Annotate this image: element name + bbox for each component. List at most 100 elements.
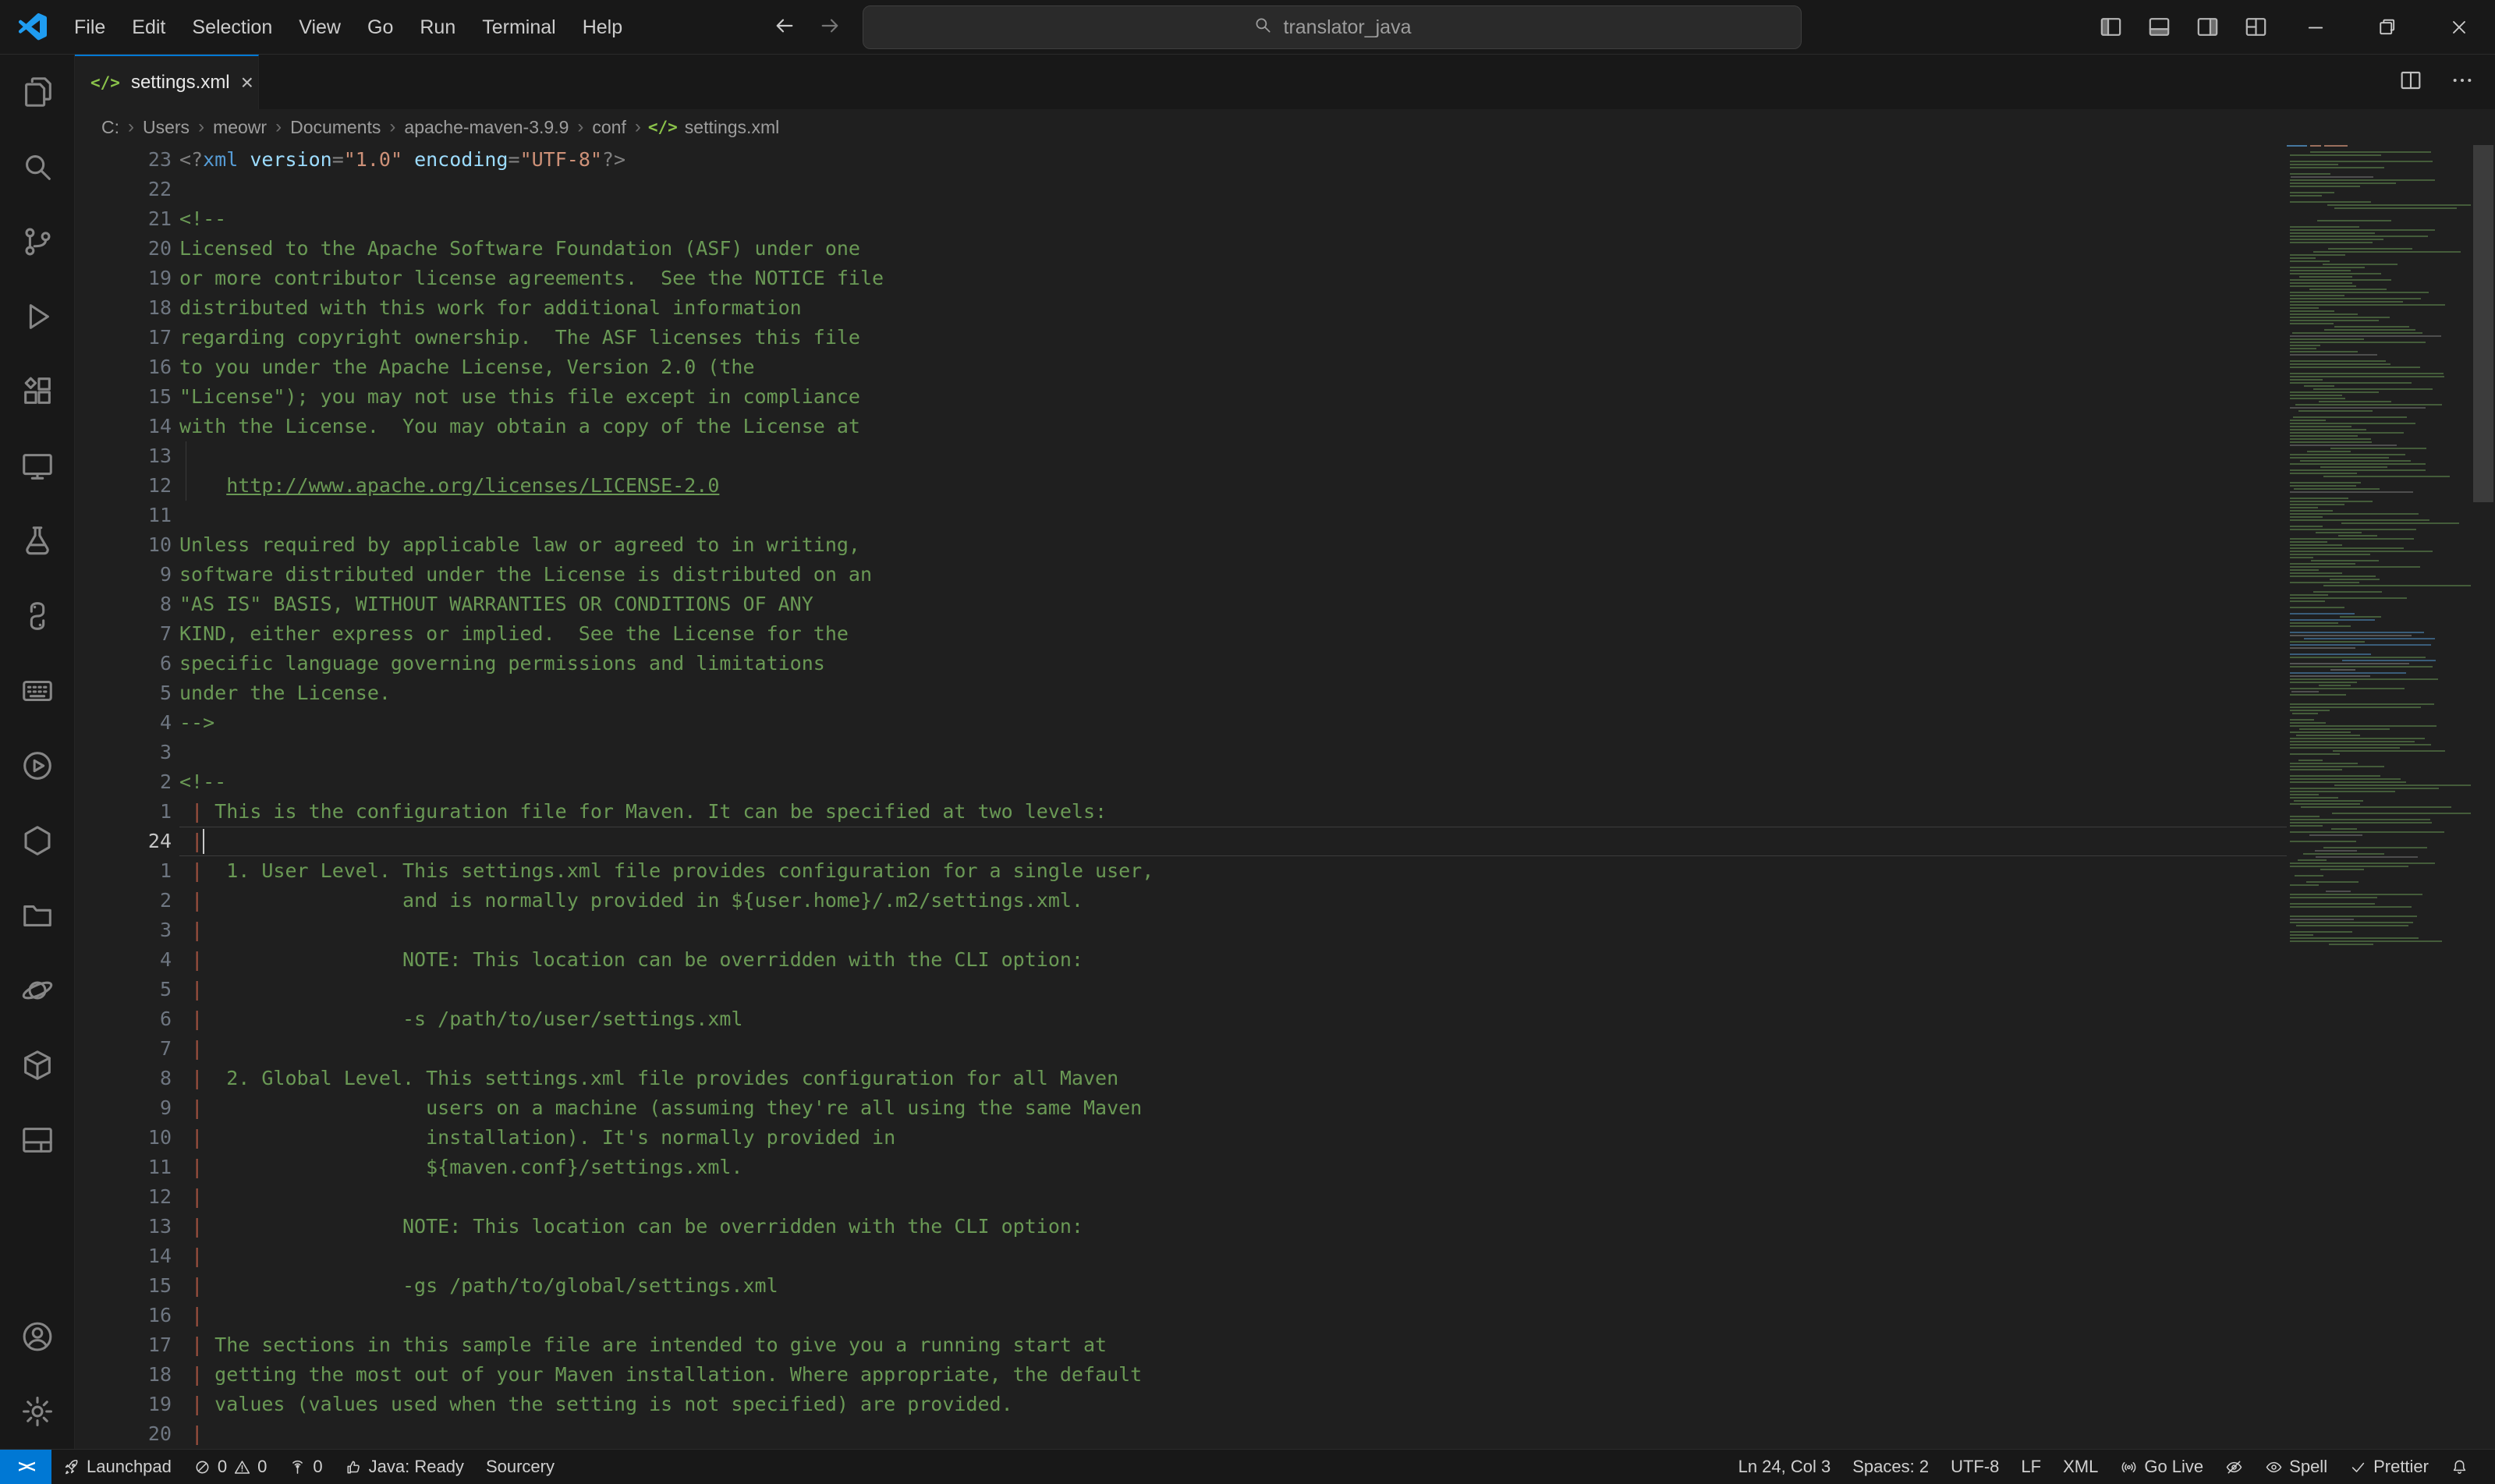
line-text[interactable]: | installation). It's normally provided … (179, 1123, 2287, 1153)
menu-view[interactable]: View (285, 0, 354, 55)
line-number[interactable]: 6 (75, 649, 172, 678)
editor-line[interactable]: 6 | -s /path/to/user/settings.xml (75, 1004, 2287, 1034)
activity-run-and-debug-icon[interactable] (0, 279, 75, 354)
editor-line[interactable]: 17 | The sections in this sample file ar… (75, 1330, 2287, 1360)
line-number[interactable]: 15 (75, 1271, 172, 1301)
line-text[interactable]: | and is normally provided in ${user.hom… (179, 886, 2287, 916)
editor-line[interactable]: 15 | -gs /path/to/global/settings.xml (75, 1271, 2287, 1301)
line-text[interactable]: specific language governing permissions … (179, 649, 2287, 678)
status-prettier[interactable]: Prettier (2338, 1450, 2440, 1484)
status-problems[interactable]: 00 (183, 1450, 278, 1484)
line-text[interactable]: Licensed to the Apache Software Foundati… (179, 234, 2287, 264)
editor-line[interactable]: 7 | (75, 1034, 2287, 1064)
line-text[interactable]: <?xml version="1.0" encoding="UTF-8"?> (179, 145, 2287, 175)
editor-line[interactable]: 18distributed with this work for additio… (75, 293, 2287, 323)
line-number[interactable]: 6 (75, 1004, 172, 1034)
line-text[interactable] (179, 175, 2287, 204)
menu-file[interactable]: File (61, 0, 119, 55)
activity-explorer-icon[interactable] (0, 55, 75, 129)
editor-line[interactable]: 5under the License. (75, 678, 2287, 708)
line-number[interactable]: 15 (75, 382, 172, 412)
line-text[interactable]: | -gs /path/to/global/settings.xml (179, 1271, 2287, 1301)
breadcrumb-item[interactable]: Users (141, 117, 191, 138)
editor-line[interactable]: 10 | installation). It's normally provid… (75, 1123, 2287, 1153)
editor-line[interactable]: 11 (75, 501, 2287, 530)
line-number[interactable]: 12 (75, 1182, 172, 1212)
editor-line[interactable]: 8 | 2. Global Level. This settings.xml f… (75, 1064, 2287, 1093)
status-encoding[interactable]: UTF-8 (1940, 1450, 2010, 1484)
line-text[interactable]: | users on a machine (assuming they're a… (179, 1093, 2287, 1123)
line-number[interactable]: 8 (75, 590, 172, 619)
line-text[interactable]: software distributed under the License i… (179, 560, 2287, 590)
editor-line[interactable]: 2<!-- (75, 767, 2287, 797)
editor-line[interactable]: 16 | (75, 1301, 2287, 1330)
menu-go[interactable]: Go (354, 0, 406, 55)
line-text[interactable]: | (179, 1182, 2287, 1212)
line-number[interactable]: 1 (75, 856, 172, 886)
editor-line[interactable]: 14 | (75, 1241, 2287, 1271)
line-number[interactable]: 17 (75, 1330, 172, 1360)
scrollbar-thumb[interactable] (2473, 145, 2493, 502)
line-number[interactable]: 5 (75, 678, 172, 708)
editor-line[interactable]: 12 | (75, 1182, 2287, 1212)
editor-line[interactable]: 5 | (75, 975, 2287, 1004)
toggle-secondary-sidebar-icon[interactable] (2183, 0, 2231, 55)
navigate-forward-icon[interactable] (817, 13, 842, 42)
editor-line[interactable]: 13 | NOTE: This location can be overridd… (75, 1212, 2287, 1241)
line-text[interactable]: distributed with this work for additiona… (179, 293, 2287, 323)
line-text[interactable]: | 1. User Level. This settings.xml file … (179, 856, 2287, 886)
line-number[interactable]: 11 (75, 1153, 172, 1182)
editor-line[interactable]: 1 | 1. User Level. This settings.xml fil… (75, 856, 2287, 886)
editor-line[interactable]: 20Licensed to the Apache Software Founda… (75, 234, 2287, 264)
line-number[interactable]: 21 (75, 204, 172, 234)
command-center-search[interactable]: translator_java (863, 5, 1802, 49)
line-text[interactable]: | NOTE: This location can be overridden … (179, 945, 2287, 975)
editor-line[interactable]: 11 | ${maven.conf}/settings.xml. (75, 1153, 2287, 1182)
editor-line[interactable]: 10Unless required by applicable law or a… (75, 530, 2287, 560)
editor-line[interactable]: 6specific language governing permissions… (75, 649, 2287, 678)
line-text[interactable]: to you under the Apache License, Version… (179, 352, 2287, 382)
line-text[interactable]: or more contributor license agreements. … (179, 264, 2287, 293)
toggle-panel-icon[interactable] (2135, 0, 2183, 55)
activity-panel-layout-icon[interactable] (0, 1103, 75, 1178)
activity-settings-gear-icon[interactable] (0, 1374, 75, 1449)
menu-help[interactable]: Help (569, 0, 636, 55)
editor-line[interactable]: 4 | NOTE: This location can be overridde… (75, 945, 2287, 975)
line-text[interactable]: | The sections in this sample file are i… (179, 1330, 2287, 1360)
line-text[interactable] (179, 501, 2287, 530)
line-number[interactable]: 10 (75, 530, 172, 560)
line-number[interactable]: 17 (75, 323, 172, 352)
line-number[interactable]: 13 (75, 1212, 172, 1241)
line-number[interactable]: 2 (75, 767, 172, 797)
activity-source-control-icon[interactable] (0, 204, 75, 279)
editor-line[interactable]: 9 | users on a machine (assuming they're… (75, 1093, 2287, 1123)
status-eol[interactable]: LF (2010, 1450, 2052, 1484)
menu-run[interactable]: Run (406, 0, 469, 55)
line-text[interactable]: | 2. Global Level. This settings.xml fil… (179, 1064, 2287, 1093)
editor-line[interactable]: 16to you under the Apache License, Versi… (75, 352, 2287, 382)
line-text[interactable]: with the License. You may obtain a copy … (179, 412, 2287, 441)
editor-line[interactable]: 9software distributed under the License … (75, 560, 2287, 590)
line-number[interactable]: 20 (75, 1419, 172, 1449)
split-editor-icon[interactable] (2398, 68, 2423, 97)
line-text[interactable]: <!-- (179, 204, 2287, 234)
activity-remote-explorer-icon[interactable] (0, 429, 75, 504)
line-text[interactable]: --> (179, 708, 2287, 738)
line-number[interactable]: 23 (75, 145, 172, 175)
line-text[interactable]: | getting the most out of your Maven ins… (179, 1360, 2287, 1390)
activity-orbit-icon[interactable] (0, 953, 75, 1028)
navigate-back-icon[interactable] (772, 13, 797, 42)
line-text[interactable]: | NOTE: This location can be overridden … (179, 1212, 2287, 1241)
line-number[interactable]: 3 (75, 738, 172, 767)
tab-close-icon[interactable]: × (241, 72, 253, 94)
line-text[interactable]: | (179, 1301, 2287, 1330)
menu-selection[interactable]: Selection (179, 0, 285, 55)
line-number[interactable]: 24 (75, 827, 172, 856)
breadcrumb-item[interactable]: conf (590, 117, 627, 138)
status-go-live[interactable]: Go Live (2109, 1450, 2214, 1484)
activity-package-icon[interactable] (0, 1028, 75, 1103)
breadcrumb-file[interactable]: </>settings.xml (648, 117, 779, 138)
editor-line[interactable]: 14with the License. You may obtain a cop… (75, 412, 2287, 441)
line-number[interactable]: 1 (75, 797, 172, 827)
line-number[interactable]: 4 (75, 708, 172, 738)
